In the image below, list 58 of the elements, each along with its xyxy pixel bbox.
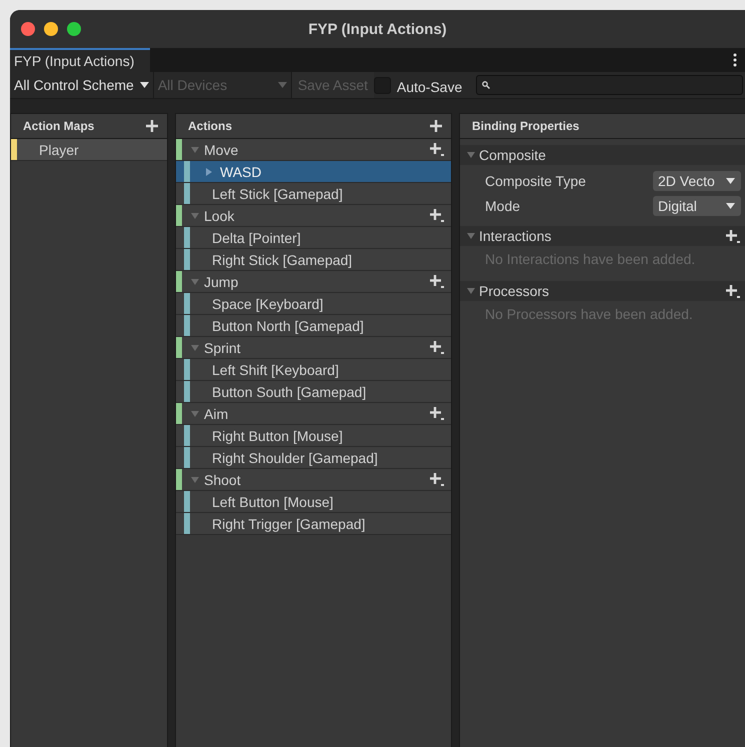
expanded-triangle-icon[interactable]: [466, 286, 476, 296]
search-icon: [482, 81, 490, 89]
binding-item[interactable]: Right Button [Mouse]: [176, 425, 451, 447]
caret-icon: [726, 178, 735, 184]
add-dropdown-icon[interactable]: [429, 406, 445, 421]
dropdown[interactable]: Digital: [653, 196, 741, 216]
panel-title: Actions: [188, 119, 232, 133]
action-item[interactable]: Sprint: [176, 337, 451, 359]
section-title: Composite: [479, 147, 546, 163]
close-button[interactable]: [21, 22, 35, 36]
add-icon[interactable]: [429, 119, 443, 133]
expanded-triangle-icon[interactable]: [466, 150, 476, 160]
action-map-item[interactable]: Player: [11, 139, 167, 161]
window-title: FYP (Input Actions): [308, 20, 447, 38]
action-item[interactable]: Jump: [176, 271, 451, 293]
caret-icon: [278, 82, 287, 88]
tab[interactable]: FYP (Input Actions): [10, 48, 150, 72]
add-dropdown-icon[interactable]: [429, 142, 445, 157]
field-label: Mode: [485, 198, 520, 214]
minimize-button[interactable]: [44, 22, 58, 36]
action-item[interactable]: Look: [176, 205, 451, 227]
binding-item[interactable]: Space [Keyboard]: [176, 293, 451, 315]
add-dropdown-icon[interactable]: [429, 274, 445, 289]
caret-icon: [140, 82, 149, 88]
add-icon[interactable]: [145, 119, 159, 133]
section-title: Processors: [479, 283, 550, 299]
section-title: Interactions: [479, 228, 552, 244]
search-field[interactable]: [476, 75, 743, 95]
section-header[interactable]: Composite: [460, 145, 745, 165]
panel-title: Binding Properties: [472, 119, 580, 133]
action-item[interactable]: Move: [176, 139, 451, 161]
add-dropdown-icon[interactable]: [429, 208, 445, 223]
panel-title: Action Maps: [23, 119, 94, 133]
action-item[interactable]: Aim: [176, 403, 451, 425]
add-dropdown-icon[interactable]: [725, 284, 741, 298]
binding-item[interactable]: WASD: [176, 161, 451, 183]
binding-item[interactable]: Button North [Gamepad]: [176, 315, 451, 337]
dropdown[interactable]: 2D Vecto: [653, 170, 741, 190]
add-dropdown-icon[interactable]: [429, 340, 445, 355]
add-dropdown-icon[interactable]: [429, 472, 445, 487]
action-item[interactable]: Shoot: [176, 469, 451, 491]
binding-item[interactable]: Left Button [Mouse]: [176, 491, 451, 513]
add-dropdown-icon[interactable]: [725, 228, 741, 244]
caret-icon: [726, 202, 735, 208]
binding-item[interactable]: Button South [Gamepad]: [176, 381, 451, 403]
section-header[interactable]: Interactions: [460, 226, 745, 246]
binding-item[interactable]: Right Trigger [Gamepad]: [176, 513, 451, 535]
section-header[interactable]: Processors: [460, 281, 745, 301]
binding-item[interactable]: Right Shoulder [Gamepad]: [176, 447, 451, 469]
binding-item[interactable]: Left Shift [Keyboard]: [176, 359, 451, 381]
field-label: Composite Type: [485, 172, 586, 188]
binding-item[interactable]: Right Stick [Gamepad]: [176, 249, 451, 271]
control-scheme-dropdown[interactable]: All Control Scheme: [10, 72, 154, 98]
auto-save-label: Auto-Save: [396, 78, 462, 95]
expanded-triangle-icon[interactable]: [466, 231, 476, 241]
binding-item[interactable]: Delta [Pointer]: [176, 227, 451, 249]
binding-item[interactable]: Left Stick [Gamepad]: [176, 183, 451, 205]
zoom-button[interactable]: [67, 22, 81, 36]
